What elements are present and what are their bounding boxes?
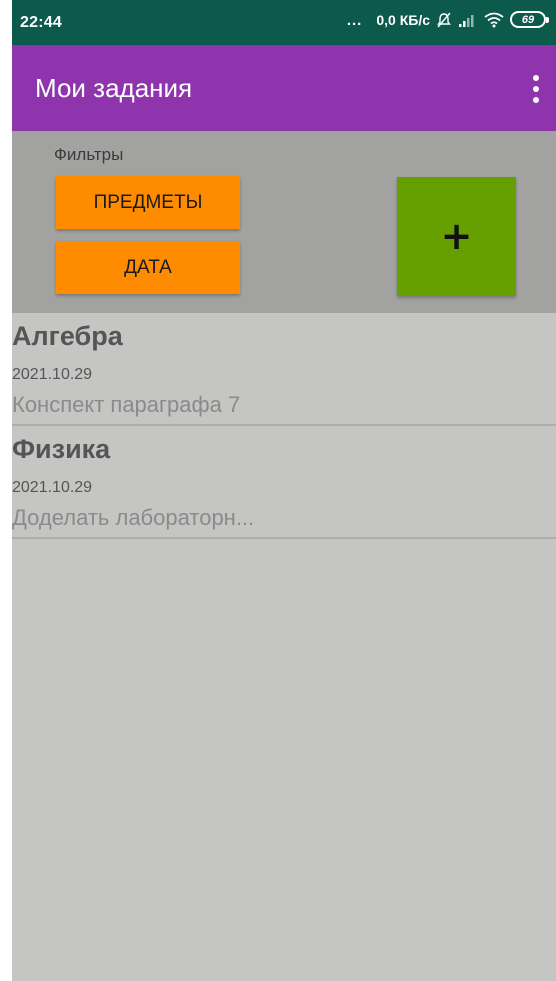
app-bar: Мои задания <box>12 45 556 131</box>
menu-dot <box>533 86 539 92</box>
network-speed: 0,0 КБ/с <box>376 11 430 28</box>
status-time: 22:44 <box>20 14 62 31</box>
status-bar: 22:44 ... 0,0 КБ/с 69 <box>12 0 556 45</box>
task-date: 2021.10.29 <box>12 479 93 496</box>
task-date: 2021.10.29 <box>12 366 93 383</box>
more-vert-icon[interactable] <box>524 71 548 107</box>
app-screen: 22:44 ... 0,0 КБ/с 69 Мои задания Фильтр… <box>12 0 556 981</box>
task-subject: Алгебра <box>12 321 123 351</box>
mute-bell-icon <box>436 12 452 28</box>
battery-icon: 69 <box>510 11 549 28</box>
filter-panel: Фильтры ПРЕДМЕТЫ ДАТА + <box>12 131 556 313</box>
status-indicators: ... 0,0 КБ/с 69 <box>346 11 549 29</box>
wifi-icon <box>484 12 504 28</box>
filter-date-button[interactable]: ДАТА <box>56 241 240 294</box>
task-item[interactable]: Алгебра 2021.10.29 Конспект параграфа 7 <box>12 313 556 426</box>
signal-icon <box>458 12 478 28</box>
app-title: Мои задания <box>35 73 193 103</box>
filters-label: Фильтры <box>54 145 124 164</box>
add-task-button[interactable]: + <box>397 177 516 296</box>
task-description: Доделать лабораторн... <box>12 505 255 530</box>
menu-dot <box>533 97 539 103</box>
more-notifications-icon: ... <box>346 12 363 29</box>
task-list: Алгебра 2021.10.29 Конспект параграфа 7 … <box>12 313 556 539</box>
menu-dot <box>533 75 539 81</box>
task-subject: Физика <box>12 434 111 464</box>
task-item[interactable]: Физика 2021.10.29 Доделать лабораторн... <box>12 426 556 539</box>
task-description: Конспект параграфа 7 <box>12 392 241 417</box>
filter-subjects-button[interactable]: ПРЕДМЕТЫ <box>56 176 240 229</box>
